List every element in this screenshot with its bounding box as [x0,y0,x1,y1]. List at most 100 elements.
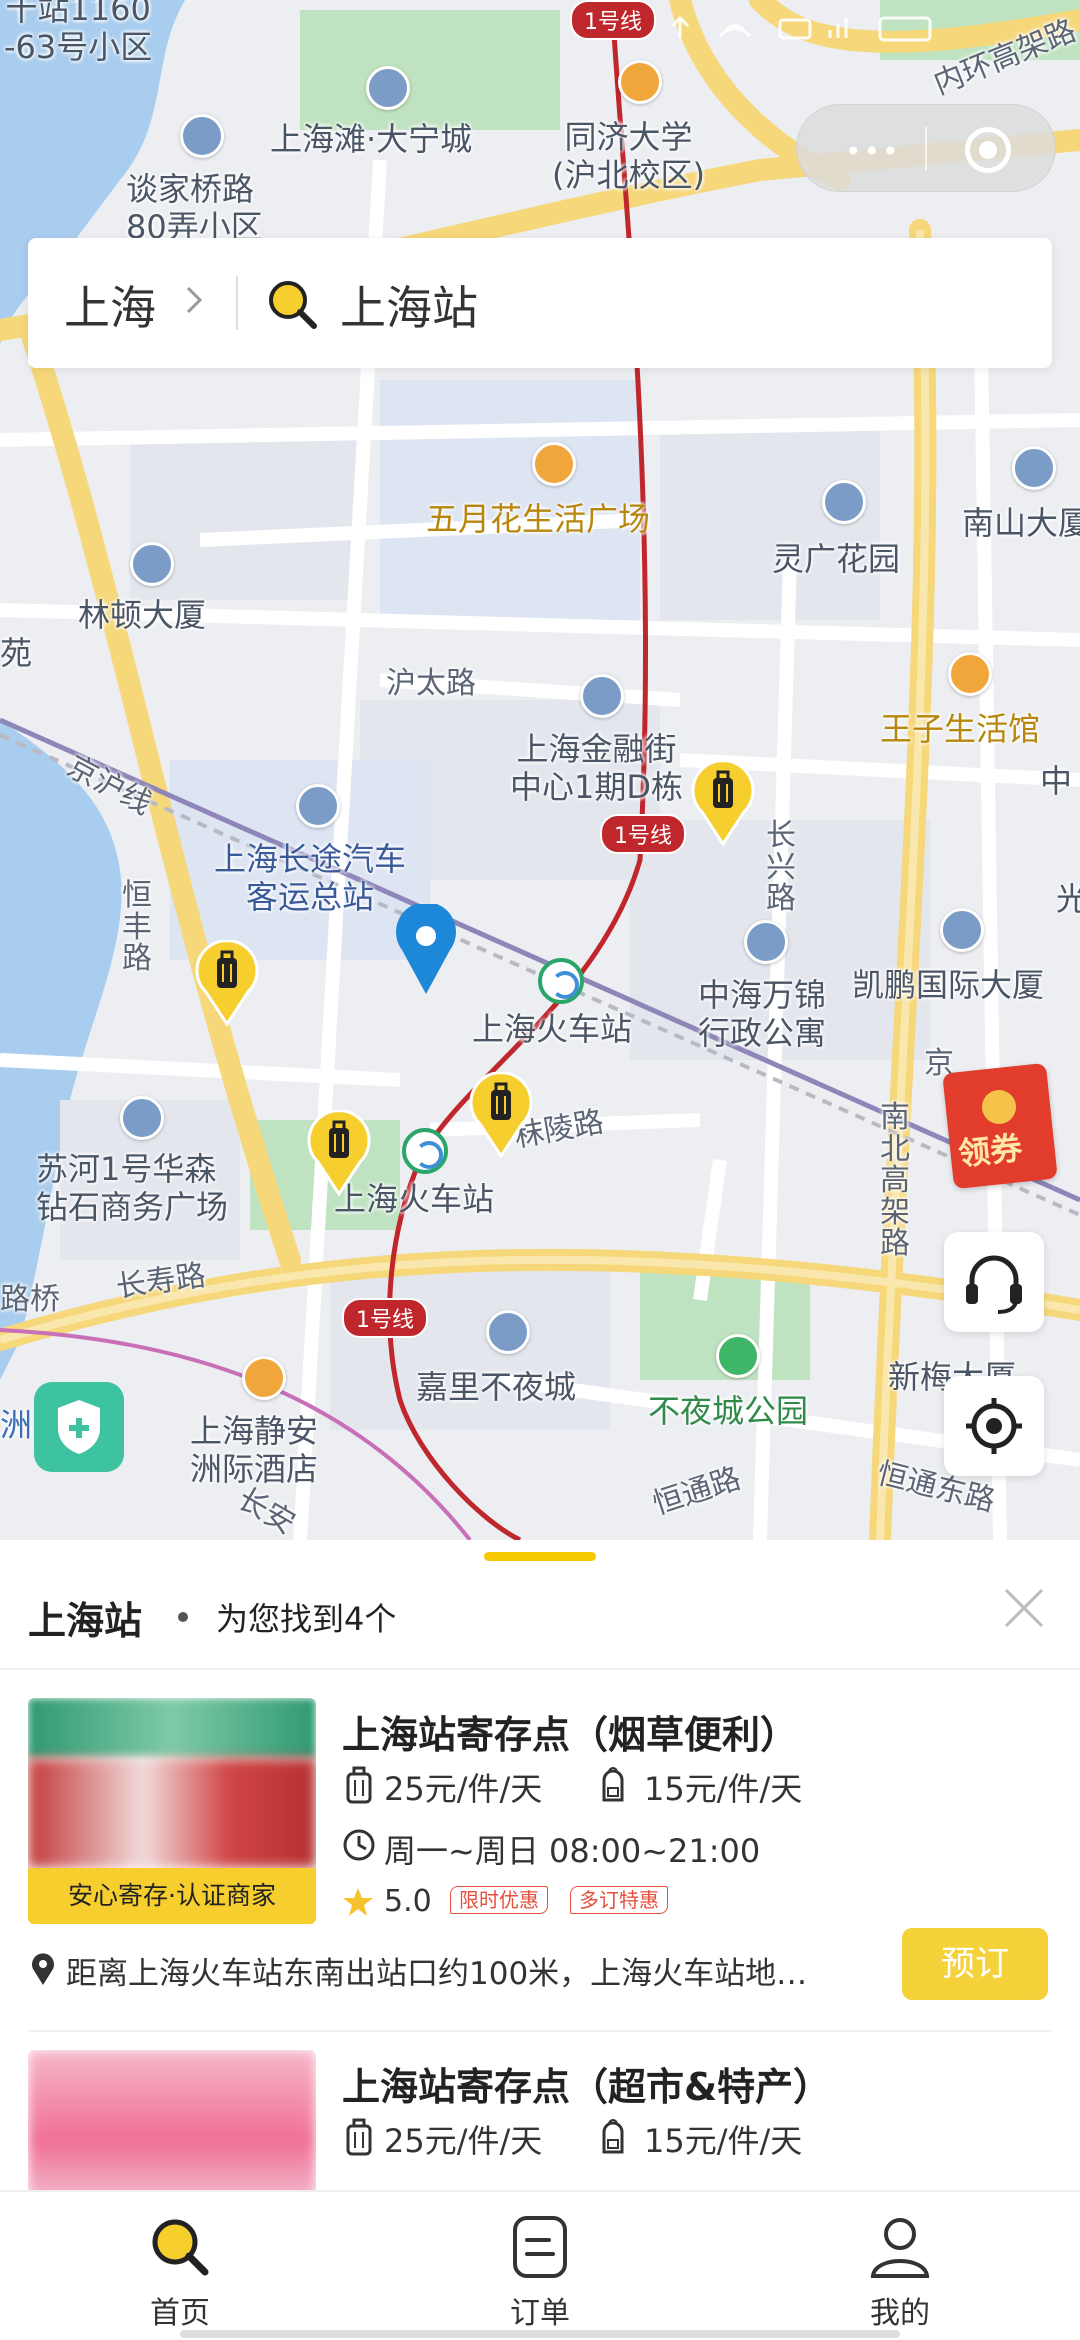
backpack-icon [602,2119,624,2154]
promo-tag: 限时优惠 [450,1886,548,1914]
close-icon[interactable] [1000,1584,1048,1632]
poi-home-icon [180,114,224,158]
map-label: 中 [1040,762,1073,800]
book-button[interactable]: 预订 [902,1928,1048,2000]
safety-shield-button[interactable] [34,1382,124,1472]
storage-point-card[interactable]: 上海站寄存点（超市&特产） 25元/件/天 15元/件/天 [0,2050,1080,2190]
poi-building-icon [120,1096,164,1140]
location-pin-icon [396,904,456,994]
results-count: 为您找到4个 [216,1600,397,1638]
bag-price: 15元/件/天 [644,1770,803,1808]
poi-home-icon [366,66,410,110]
map-label: 凯鹏国际大厦 [852,966,1045,1004]
clock-icon [343,1829,375,1861]
suitcase-icon [346,2118,372,2156]
poi-hotel-icon [242,1356,286,1400]
poi-home-icon [822,480,866,524]
coupon-button[interactable]: 领券 [942,1062,1080,1192]
poi-school-icon [618,60,662,104]
tab-profile[interactable]: 我的 [820,2212,980,2332]
store-photo [28,2050,316,2190]
metro-line-badge: 1号线 [600,814,686,854]
map-label: 上海金融街 中心1期D栋 [510,730,684,807]
promo-tag: 多订特惠 [570,1886,668,1914]
poi-bus-icon [296,784,340,828]
store-rating: 5.0 [384,1884,432,1919]
map-label: 五月花生活广场 [426,500,651,538]
storage-point-marker[interactable] [468,1072,534,1158]
divider [28,2030,1052,2032]
results-title: 上海站 [28,1599,143,1643]
divider [0,1668,1080,1670]
map-label: 光 [1056,880,1080,918]
poi-building-icon [1012,446,1056,490]
home-indicator [180,2330,900,2338]
metro-line-badge: 1号线 [342,1298,428,1338]
chevron-right-icon [186,286,203,314]
map-label: 王子生活馆 [880,710,1041,748]
map-label: 上海滩·大宁城 [270,120,473,158]
search-icon [152,2219,209,2276]
map-label: 南山大厦 [962,504,1080,542]
results-sheet: 上海站 为您找到4个 安心寄存·认证商家 上海站寄存点（烟草便利） 25元/件/… [0,1540,1080,2190]
metro-station-icon [538,958,584,1004]
storage-point-card[interactable]: 安心寄存·认证商家 上海站寄存点（烟草便利） 25元/件/天 15元/件/天 周… [0,1698,1080,2038]
map-label: 长兴路 [766,818,796,916]
map-label: 恒丰路 [122,878,152,976]
poi-park-icon [716,1334,760,1378]
metro-line-badge: 1号线 [570,0,656,40]
poi-building-icon [130,542,174,586]
store-photo: 安心寄存·认证商家 [28,1698,316,1924]
crosshair-icon [966,1398,1022,1454]
more-button[interactable]: ••• [845,135,901,168]
close-miniprogram-button[interactable] [965,127,1011,173]
headset-icon [966,1255,1022,1314]
map-label: 南北高架路 [880,1100,910,1261]
locate-me-button[interactable] [944,1376,1044,1476]
store-address: 距离上海火车站东南出站口约100米，上海火车站地… [66,1956,808,1992]
search-bar: 上海 上海站 [28,238,1052,368]
title-separator-dot [178,1612,188,1622]
map-label: 上海火车站 [472,1010,633,1048]
search-divider [236,276,238,330]
map-label: 洲 [0,1406,33,1444]
poi-hotel-icon [744,920,788,964]
poi-building-icon [486,1310,530,1354]
map-label: 不夜城公园 [648,1392,809,1430]
storage-point-marker[interactable] [690,760,756,846]
metro-station-icon [402,1128,448,1174]
tab-label: 订单 [510,2296,570,2331]
poi-shop-icon [948,652,992,696]
map-label: 同济大学 (沪北校区) [552,118,705,195]
tab-orders[interactable]: 订单 [460,2212,620,2332]
map-view[interactable]: 十站1160 -63号小区 谈家桥路 80弄小区 上海滩·大宁城 同济大学 (沪… [0,0,1080,1540]
poi-shop-icon [532,442,576,486]
suitcase-icon [346,1766,372,1804]
map-label: 十站1160 -63号小区 [4,0,153,67]
map-label: 上海静安 洲际酒店 [190,1412,319,1489]
backpack-icon [602,1767,624,1802]
storage-point-marker[interactable] [194,940,260,1026]
map-label: 嘉里不夜城 [416,1368,577,1406]
customer-service-button[interactable] [944,1232,1044,1332]
storage-point-marker[interactable] [306,1110,372,1196]
search-icon [269,281,317,329]
map-label: 谈家桥路 80弄小区 [126,170,263,247]
bag-price: 15元/件/天 [644,2122,803,2160]
map-label: 林顿大厦 [78,596,207,634]
map-label: 苑 [0,634,33,672]
poi-building-icon [940,908,984,952]
map-label: 上海长途汽车 客运总站 [214,840,407,917]
store-name: 上海站寄存点（烟草便利） [342,1713,799,1757]
shield-plus-icon [58,1400,100,1454]
bottom-tab-bar: 首页 订单 我的 [0,2190,1080,2340]
map-label: 沪太路 [386,666,476,701]
sheet-drag-handle[interactable] [484,1552,596,1561]
city-selector[interactable]: 上海 [64,272,156,338]
map-label: 中海万锦 行政公寓 [698,976,827,1053]
store-name: 上海站寄存点（超市&特产） [342,2065,832,2109]
tab-home[interactable]: 首页 [100,2212,260,2332]
search-input[interactable]: 上海站 [340,272,478,338]
map-label: 苏河1号华森 钻石商务广场 [36,1150,229,1227]
luggage-price: 25元/件/天 [384,2122,543,2160]
